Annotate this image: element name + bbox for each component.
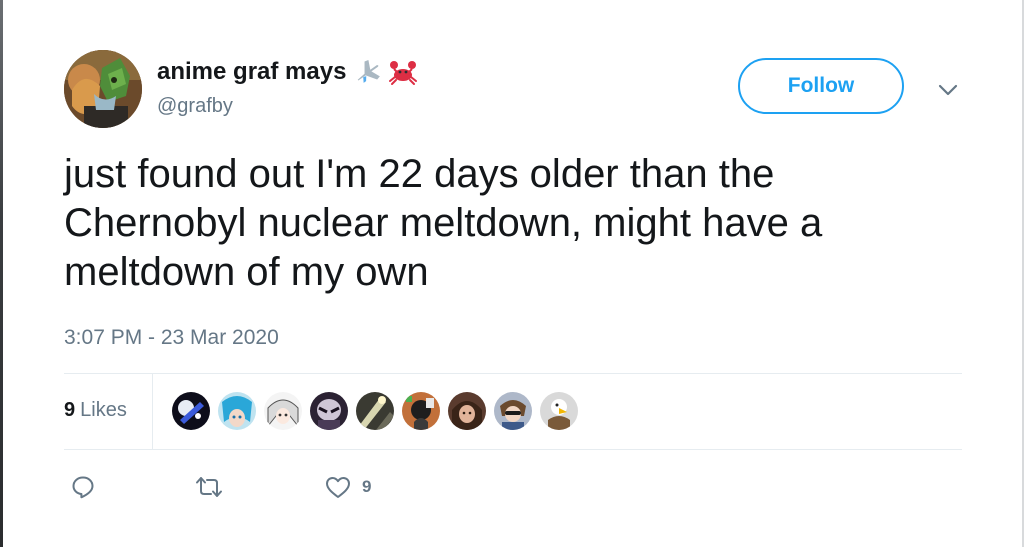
tweet-text: just found out I'm 22 days older than th… xyxy=(64,152,823,294)
like-button[interactable]: 9 xyxy=(324,470,371,504)
divider xyxy=(64,449,962,450)
crab-emoji xyxy=(388,57,418,87)
liker-avatar[interactable] xyxy=(540,392,578,430)
liker-avatar[interactable] xyxy=(402,392,440,430)
window-edge-left xyxy=(0,0,3,547)
liker-avatar[interactable] xyxy=(172,392,210,430)
display-name[interactable]: anime graf mays xyxy=(157,58,346,86)
tweet-timestamp[interactable]: 3:07 PM - 23 Mar 2020 xyxy=(64,326,279,350)
like-count: 9 xyxy=(362,477,372,496)
heart-icon xyxy=(324,474,352,500)
user-handle[interactable]: @grafby xyxy=(157,95,233,118)
author-name-row: anime graf mays xyxy=(157,56,418,88)
tweet-card: anime graf mays @grafby Follow just foun… xyxy=(0,0,1024,547)
reply-icon xyxy=(70,474,96,500)
user-avatar[interactable] xyxy=(64,50,142,128)
likes-summary[interactable]: 9 Likes xyxy=(64,399,127,422)
divider xyxy=(64,373,962,374)
liker-avatar[interactable] xyxy=(218,392,256,430)
liker-avatar[interactable] xyxy=(310,392,348,430)
follow-button[interactable]: Follow xyxy=(738,58,904,114)
likes-count: 9 xyxy=(64,399,76,421)
airplane-emoji xyxy=(352,57,382,87)
liker-avatars xyxy=(172,392,578,430)
liker-avatar[interactable] xyxy=(264,392,302,430)
retweet-button[interactable] xyxy=(194,470,224,504)
retweet-icon xyxy=(194,474,224,500)
likes-label: Likes xyxy=(80,399,127,421)
liker-avatar[interactable] xyxy=(356,392,394,430)
liker-avatar[interactable] xyxy=(494,392,532,430)
liker-avatar[interactable] xyxy=(448,392,486,430)
chevron-down-icon[interactable] xyxy=(934,80,962,100)
vertical-divider xyxy=(152,374,153,449)
reply-button[interactable] xyxy=(70,470,96,504)
